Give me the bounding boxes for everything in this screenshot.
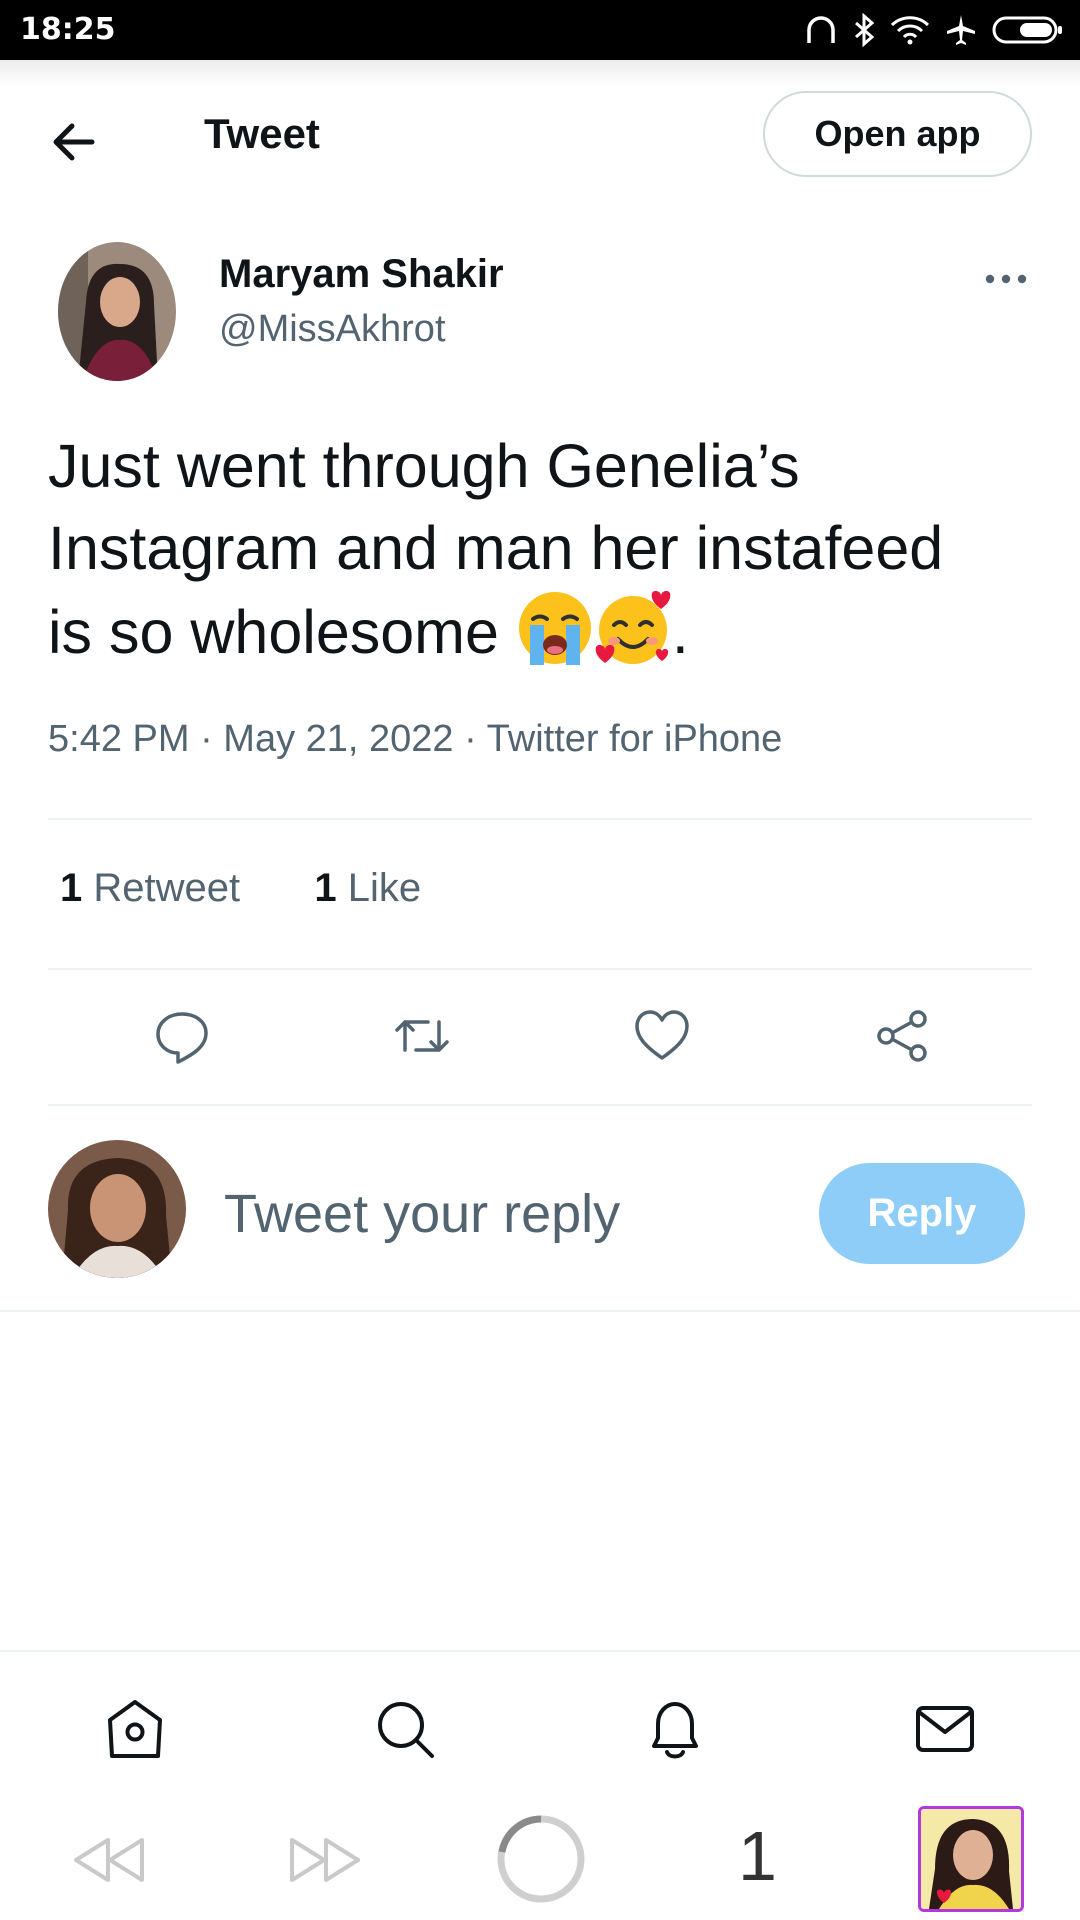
back-browser-icon[interactable] (68, 1830, 148, 1895)
airplane-icon (944, 13, 978, 47)
like-stat[interactable]: 1 Like (314, 866, 421, 910)
tweet-text-line: Just went through Genelia’s (48, 432, 800, 500)
divider (48, 818, 1032, 820)
like-icon[interactable] (632, 1006, 692, 1066)
reply-input[interactable]: Tweet your reply (224, 1183, 620, 1245)
search-icon[interactable] (370, 1694, 440, 1764)
author-avatar[interactable] (58, 242, 176, 381)
profile-thumbnail[interactable] (918, 1806, 1024, 1912)
tweet-text: Just went through Genelia’s Instagram an… (48, 425, 1038, 673)
wifi-icon (890, 14, 930, 46)
author-name[interactable]: Maryam Shakir (219, 252, 504, 297)
messages-icon[interactable] (910, 1694, 980, 1764)
tweet-text-segment: . (671, 598, 689, 666)
bluetooth-icon (852, 13, 876, 47)
back-arrow-icon[interactable] (44, 112, 104, 172)
divider (0, 1310, 1080, 1312)
reply-button[interactable]: Reply (819, 1163, 1025, 1264)
more-options-icon[interactable] (982, 264, 1030, 294)
tweet-text-line: Instagram and man her instafeed (48, 514, 944, 582)
status-bar: 18:25 (0, 0, 1080, 60)
home-icon[interactable] (100, 1694, 170, 1764)
tweet-stats: 1 Retweet 1 Like (60, 866, 421, 911)
tab-count[interactable]: 1 (738, 1816, 777, 1896)
smiling-face-with-hearts-icon (594, 589, 672, 667)
author-handle[interactable]: @MissAkhrot (219, 308, 446, 351)
top-bar: Tweet Open app (0, 60, 1080, 206)
notifications-icon[interactable] (640, 1694, 710, 1764)
divider (48, 968, 1032, 970)
retweet-count: 1 (60, 866, 83, 910)
tweet-text-line: is so wholesome . (48, 589, 1038, 673)
share-icon[interactable] (872, 1006, 932, 1066)
headphones-icon (804, 13, 838, 47)
retweet-stat[interactable]: 1 Retweet (60, 866, 240, 910)
page-title: Tweet (204, 110, 320, 157)
divider (48, 1104, 1032, 1106)
status-time: 18:25 (20, 12, 116, 47)
tweet-meta: 5:42 PM · May 21, 2022 · Twitter for iPh… (48, 718, 783, 760)
forward-browser-icon[interactable] (286, 1830, 366, 1895)
retweet-label: Retweet (93, 866, 241, 910)
battery-icon (992, 15, 1064, 45)
reply-icon[interactable] (152, 1006, 212, 1066)
retweet-icon[interactable] (392, 1006, 452, 1066)
like-count: 1 (314, 866, 337, 910)
loudly-crying-face-icon (516, 589, 594, 667)
like-label: Like (347, 866, 422, 910)
user-avatar[interactable] (48, 1140, 186, 1278)
open-app-button[interactable]: Open app (763, 91, 1032, 177)
status-icons (804, 8, 1064, 52)
tweet-text-segment: is so wholesome (48, 598, 499, 666)
reload-icon[interactable] (494, 1812, 588, 1911)
